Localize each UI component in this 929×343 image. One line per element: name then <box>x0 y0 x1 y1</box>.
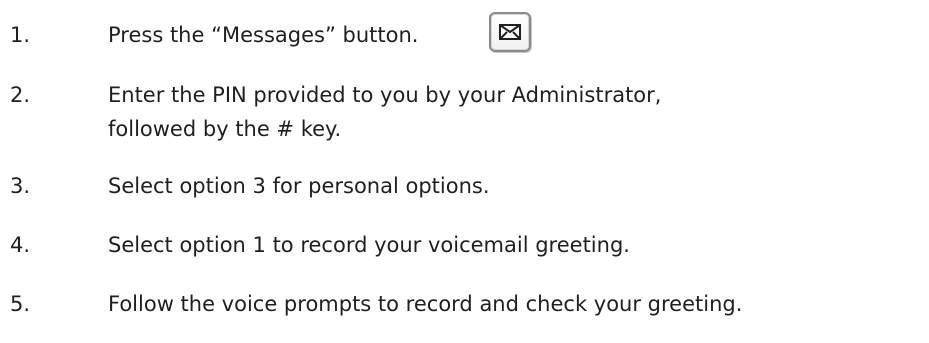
voicemail-setup-instructions: 1. Press the “Messages” button. 2. Enter… <box>0 0 929 343</box>
step-1-number: 1. <box>10 23 31 47</box>
step-1-text: Press the “Messages” button. <box>108 23 419 47</box>
messages-button <box>489 12 531 52</box>
step-2-text: Enter the PIN provided to you by your Ad… <box>108 78 661 146</box>
step-5-text: Follow the voice prompts to record and c… <box>108 292 743 316</box>
step-4-text: Select option 1 to record your voicemail… <box>108 233 630 257</box>
step-2-number: 2. <box>10 83 31 107</box>
step-5-number: 5. <box>10 292 31 316</box>
step-3-text: Select option 3 for personal options. <box>108 174 490 198</box>
step-2-text-line-2: followed by the # key. <box>108 117 342 141</box>
envelope-icon <box>499 24 521 40</box>
step-4-number: 4. <box>10 233 31 257</box>
step-3-number: 3. <box>10 174 31 198</box>
step-2-text-line-1: Enter the PIN provided to you by your Ad… <box>108 83 662 107</box>
